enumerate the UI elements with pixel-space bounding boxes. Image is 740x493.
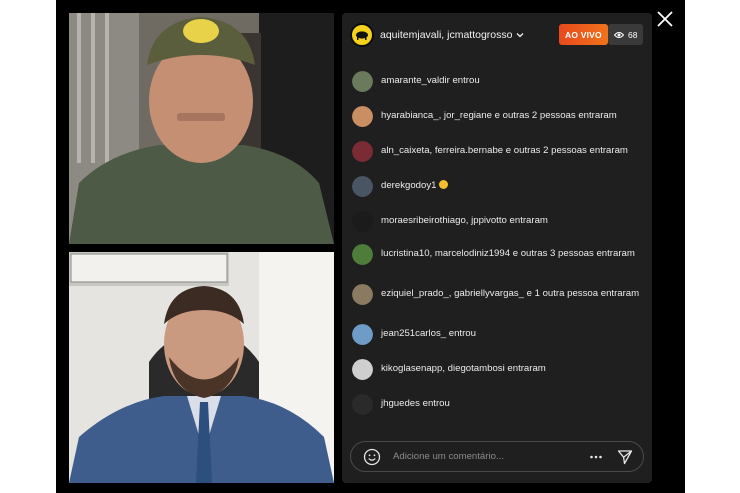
eye-icon [614, 31, 624, 38]
avatar[interactable] [352, 176, 373, 197]
feed-text: jhguedes entrou [381, 398, 450, 410]
feed-text: aln_caixeta, ferreira.bernabe e outras 2… [381, 145, 628, 157]
feed-item: lucristina10, marcelodiniz1994 e outras … [352, 244, 644, 265]
feed-text: hyarabianca_, jor_regiane e outras 2 pes… [381, 110, 617, 122]
avatar[interactable] [352, 394, 373, 415]
avatar[interactable] [352, 106, 373, 127]
feed-item: jean251carlos_ entrou [352, 324, 644, 345]
host-names[interactable]: aquitemjavali, jcmattogrosso [380, 29, 512, 41]
avatar[interactable] [352, 244, 373, 265]
avatar[interactable] [352, 359, 373, 380]
more-horizontal-icon[interactable] [589, 450, 603, 464]
feed-item: amarante_valdir entrou [352, 71, 644, 92]
feed-text: amarante_valdir entrou [381, 75, 480, 87]
feed-item: derekgodoy1 [352, 176, 644, 197]
feed-item: hyarabianca_, jor_regiane e outras 2 pes… [352, 106, 644, 127]
feed-item: eziquiel_prado_, gabriellyvargas_ e 1 ou… [352, 284, 644, 305]
emoji-icon[interactable] [363, 448, 381, 466]
host-avatar[interactable] [350, 23, 374, 47]
feed-item: jhguedes entrou [352, 394, 644, 415]
live-stream-stage: aquitemjavali, jcmattogrosso AO VIVO 68 … [56, 0, 685, 493]
avatar[interactable] [352, 71, 373, 92]
clap-emoji-icon [439, 180, 449, 190]
viewer-count: 68 [628, 29, 638, 40]
boar-logo-icon [356, 31, 368, 40]
participant-video-guest [69, 252, 334, 483]
live-chat-panel: aquitemjavali, jcmattogrosso AO VIVO 68 … [342, 13, 652, 483]
comment-input[interactable] [393, 451, 589, 462]
guest-video-frame [69, 252, 334, 483]
feed-text: eziquiel_prado_, gabriellyvargas_ e 1 ou… [381, 288, 640, 300]
chevron-down-icon[interactable] [515, 30, 525, 40]
avatar[interactable] [352, 324, 373, 345]
feed-text: jean251carlos_ entrou [381, 328, 476, 340]
feed-item: kikoglasenapp, diegotambosi entraram [352, 359, 644, 380]
comment-composer [350, 441, 644, 472]
avatar[interactable] [352, 211, 373, 232]
live-badge: AO VIVO [559, 24, 608, 45]
feed-text: moraesribeirothiago, jppivotto entraram [381, 215, 548, 227]
feed-item: moraesribeirothiago, jppivotto entraram [352, 211, 644, 232]
host-video-frame [69, 13, 334, 244]
feed-text: kikoglasenapp, diegotambosi entraram [381, 363, 546, 375]
avatar[interactable] [352, 284, 373, 305]
feed-item: aln_caixeta, ferreira.bernabe e outras 2… [352, 141, 644, 162]
send-icon[interactable] [617, 449, 633, 465]
avatar[interactable] [352, 141, 373, 162]
close-icon[interactable] [656, 10, 674, 28]
feed-text-with-emoji: derekgodoy1 [381, 180, 449, 193]
feed-text: lucristina10, marcelodiniz1994 e outras … [381, 248, 635, 260]
viewer-count-badge[interactable]: 68 [608, 24, 644, 45]
feed-text: derekgodoy1 [381, 180, 437, 192]
participant-video-host [69, 13, 334, 244]
